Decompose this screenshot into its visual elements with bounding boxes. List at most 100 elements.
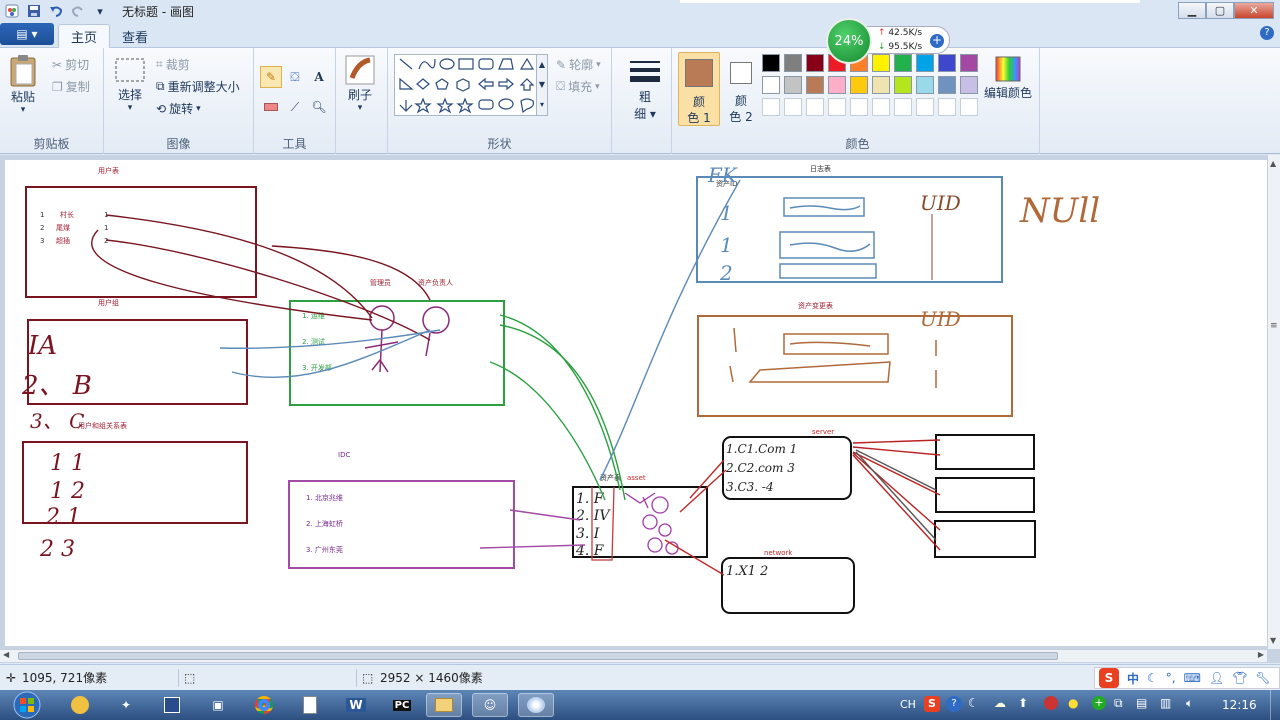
taskbar-app-4[interactable]: ▣ (200, 693, 236, 717)
vertical-scrollbar[interactable]: ▲ ≡ ▼ (1267, 155, 1280, 649)
drawing-canvas[interactable]: 用户表 1 村长 1 2 尾煤 1 3 超插 2 用户组 IA 2、 B 3、 C 用户和组… (5, 160, 1267, 646)
punct-icon[interactable]: °, (1166, 671, 1176, 685)
shirt-icon[interactable]: 👕︎ (1232, 671, 1247, 685)
pencil-tool[interactable]: ✎ (260, 66, 282, 88)
volume-icon[interactable]: 🔈︎ (1186, 696, 1193, 711)
taskbar-app-1[interactable] (62, 693, 98, 717)
sogou-tray-icon[interactable]: S (924, 696, 940, 712)
edit-colors-button[interactable]: 编辑颜色 (984, 54, 1032, 101)
taskbar-app-3[interactable] (154, 693, 190, 717)
rotate-button[interactable]: ⟲ 旋转 ▾ (156, 100, 201, 117)
color-swatch[interactable] (806, 54, 824, 72)
redo-icon[interactable] (70, 3, 86, 19)
color-swatch[interactable] (872, 98, 890, 116)
color-swatch[interactable] (894, 76, 912, 94)
color-swatch[interactable] (894, 98, 912, 116)
color-swatch[interactable] (938, 98, 956, 116)
wrench-icon[interactable]: 🔧︎ (1255, 671, 1270, 685)
qq-tray-icon[interactable]: ● (1068, 696, 1078, 710)
taskbar-pycharm[interactable]: PC (384, 693, 420, 717)
tray-icon-8[interactable]: + (1092, 696, 1106, 710)
magnifier-tool[interactable]: 🔍︎ (308, 96, 330, 118)
horizontal-scrollbar[interactable]: ◀ ▶ (0, 649, 1267, 662)
maximize-button[interactable]: ▢ (1206, 2, 1234, 19)
network-speed-widget[interactable]: 24% ↑ 42.5K/s ↓ 95.5K/s + (826, 18, 952, 64)
file-menu-button[interactable]: ▤ ▾ (0, 23, 54, 45)
color-swatch[interactable] (850, 76, 868, 94)
user-icon[interactable]: 👤︎ (1209, 671, 1224, 685)
resize-button[interactable]: ⧉ 重新调整大小 (156, 78, 240, 95)
cut-button[interactable]: ✂ 剪切 (52, 56, 89, 73)
color2-button[interactable]: 颜 色 2 (720, 52, 762, 126)
clock[interactable]: 12:16 (1222, 698, 1257, 712)
fill-tool[interactable]: ⛋ (284, 66, 306, 88)
select-button[interactable]: 选择 ▾ (114, 56, 146, 113)
tray-icon-9[interactable]: ⧉ (1114, 696, 1123, 711)
tray-icon-10[interactable]: ▤ (1136, 696, 1147, 710)
color-swatch[interactable] (872, 76, 890, 94)
brushes-button[interactable]: 刷子 ▾ (344, 54, 376, 113)
save-icon[interactable] (26, 3, 42, 19)
shapes-scroll[interactable]: ▲ ▼ ▾ (536, 54, 548, 116)
taskbar-chrome[interactable] (246, 693, 282, 717)
color-swatch[interactable] (762, 98, 780, 116)
tray-icon-3[interactable]: ☾ (968, 696, 979, 710)
taskbar-notepad[interactable] (292, 693, 328, 717)
color-swatch[interactable] (806, 98, 824, 116)
text-tool[interactable]: A (308, 66, 330, 88)
color-swatch[interactable] (784, 98, 802, 116)
scroll-right-icon[interactable]: ▶ (1258, 650, 1264, 659)
show-desktop-button[interactable] (1270, 690, 1280, 720)
taskbar-paint[interactable] (518, 693, 554, 717)
taskbar-app-10[interactable]: ☺ (472, 693, 508, 717)
color-swatch[interactable] (762, 54, 780, 72)
ime-indicator[interactable]: CH (900, 698, 916, 711)
color1-button[interactable]: 颜 色 1 (678, 52, 720, 126)
tray-icon-6[interactable] (1044, 696, 1058, 710)
taskbar-word[interactable]: W (338, 693, 374, 717)
color-picker-tool[interactable]: ⟋ (284, 96, 306, 118)
ime-toolbar[interactable]: S 中 ☾ °, ⌨ 👤︎ 👕︎ 🔧︎ (1094, 667, 1280, 689)
network-tray-icon[interactable]: ▥ (1160, 696, 1171, 710)
taskbar-explorer[interactable] (426, 693, 462, 717)
undo-icon[interactable] (48, 3, 64, 19)
close-button[interactable]: ✕ (1234, 2, 1274, 19)
shapes-gallery[interactable] (394, 54, 546, 116)
color-swatch[interactable] (960, 54, 978, 72)
paste-button[interactable]: 粘贴 ▾ (8, 54, 38, 115)
color-swatch[interactable] (850, 98, 868, 116)
color-swatch[interactable] (916, 98, 934, 116)
minimize-button[interactable]: ▁ (1178, 2, 1206, 19)
tab-home[interactable]: 主页 (58, 24, 111, 48)
color-swatch[interactable] (960, 76, 978, 94)
start-button[interactable] (4, 690, 50, 720)
size-button[interactable]: 粗 细 ▾ (628, 58, 662, 122)
scroll-up-icon[interactable]: ▲ (1270, 159, 1276, 168)
color-swatch[interactable] (828, 98, 846, 116)
help-tray-icon[interactable]: ? (946, 696, 962, 712)
expand-icon[interactable]: + (930, 34, 944, 48)
color-swatch[interactable] (938, 76, 956, 94)
color-swatch[interactable] (784, 76, 802, 94)
scroll-down-icon[interactable]: ▼ (1270, 636, 1276, 645)
customize-toolbar-icon[interactable]: ▾ (92, 3, 108, 19)
color-swatch[interactable] (960, 98, 978, 116)
crop-button[interactable]: ⌗ 裁剪 (156, 56, 190, 73)
keyboard-icon[interactable]: ⌨ (1184, 671, 1201, 685)
fill-button[interactable]: ⛋ 填充 ▾ (556, 78, 600, 95)
eraser-tool[interactable] (260, 96, 282, 118)
scroll-left-icon[interactable]: ◀ (3, 650, 9, 659)
outline-button[interactable]: ✎ 轮廓 ▾ (556, 56, 601, 73)
color-swatch[interactable] (916, 76, 934, 94)
color-swatch[interactable] (828, 76, 846, 94)
taskbar-app-2[interactable]: ✦ (108, 693, 144, 717)
moon-icon[interactable]: ☾ (1147, 671, 1158, 685)
tab-view[interactable]: 查看 (110, 24, 160, 48)
ime-chinese-mode[interactable]: 中 (1127, 670, 1139, 687)
color-swatch[interactable] (762, 76, 780, 94)
copy-button[interactable]: ❐ 复制 (52, 78, 90, 95)
horizontal-scroll-thumb[interactable] (18, 652, 1058, 660)
color-swatch[interactable] (806, 76, 824, 94)
paint-app-icon[interactable] (4, 3, 20, 19)
color-swatch[interactable] (784, 54, 802, 72)
